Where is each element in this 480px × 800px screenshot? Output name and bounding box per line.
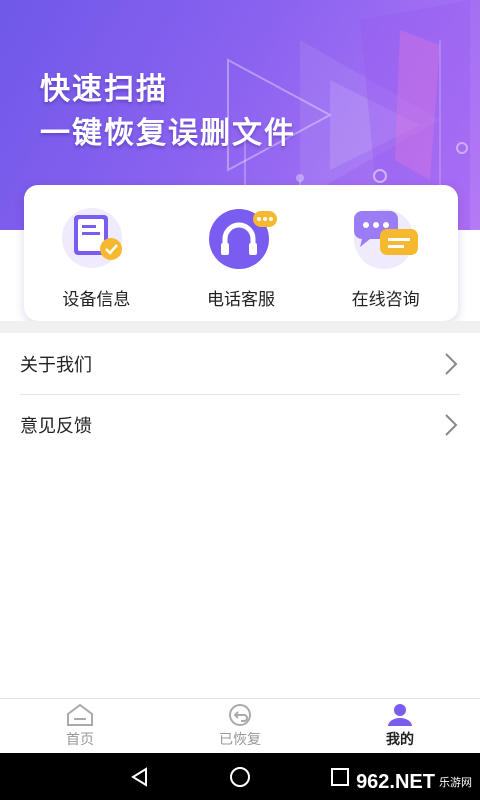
tab-mine[interactable]: 我的 — [340, 703, 460, 749]
watermark-text: 乐游网 — [439, 776, 472, 789]
section-divider — [0, 321, 480, 333]
device-info-icon — [58, 205, 134, 269]
service-device-info[interactable]: 设备信息 — [31, 205, 161, 310]
watermark-logo: 962.NET — [356, 771, 435, 793]
service-card: 设备信息 电话客服 在线咨询 — [24, 185, 458, 321]
banner-subtitle: 一键恢复误删文件 — [40, 116, 296, 151]
tab-label: 首页 — [66, 732, 94, 748]
tab-restored[interactable]: 已恢复 — [180, 703, 300, 749]
service-online-chat[interactable]: 在线咨询 — [321, 205, 451, 310]
back-icon[interactable] — [129, 766, 151, 788]
chat-bubbles-icon — [348, 205, 424, 269]
menu-item-label: 关于我们 — [20, 354, 92, 376]
bottom-tab-bar: 首页 已恢复 我的 — [0, 698, 480, 753]
profile-icon — [388, 704, 412, 726]
service-label: 电话客服 — [206, 290, 275, 310]
tab-label: 已恢复 — [219, 732, 261, 748]
tab-label: 我的 — [386, 732, 414, 748]
watermark: 962.NET 乐游网 — [356, 771, 472, 794]
recents-icon[interactable] — [329, 766, 351, 788]
chevron-right-icon — [445, 413, 458, 436]
system-navigation-bar: 962.NET 乐游网 — [0, 753, 480, 800]
menu-item-about-us[interactable]: 关于我们 — [0, 333, 480, 394]
tab-home[interactable]: 首页 — [20, 703, 140, 749]
headset-icon — [203, 205, 279, 269]
banner-title: 快速扫描 — [40, 72, 168, 107]
menu-list: 关于我们 意见反馈 — [0, 333, 480, 455]
service-label: 在线咨询 — [351, 290, 420, 310]
home-icon — [67, 703, 93, 726]
service-phone-support[interactable]: 电话客服 — [176, 205, 306, 310]
chevron-right-icon — [445, 352, 458, 375]
menu-item-label: 意见反馈 — [20, 415, 92, 437]
restore-icon — [229, 704, 251, 726]
home-button-icon[interactable] — [228, 765, 252, 789]
service-label: 设备信息 — [62, 290, 131, 310]
menu-item-feedback[interactable]: 意见反馈 — [0, 394, 480, 455]
